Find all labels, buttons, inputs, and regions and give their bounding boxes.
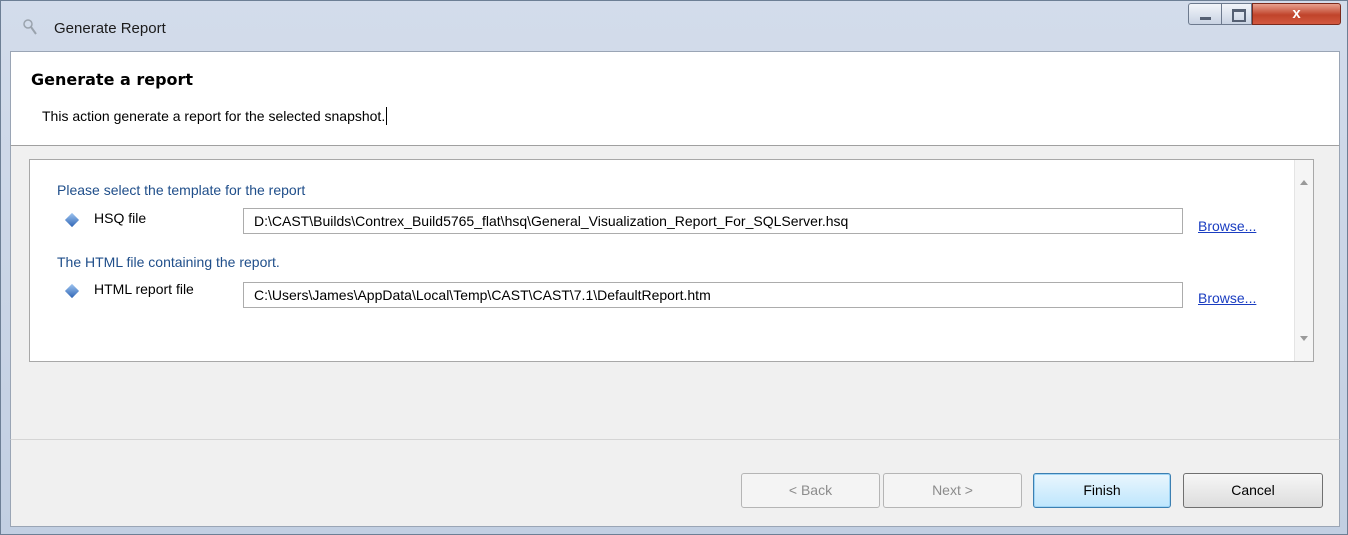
form-panel: Please select the template for the repor…	[29, 159, 1314, 362]
vertical-scrollbar[interactable]	[1294, 160, 1313, 361]
minimize-icon	[1200, 17, 1211, 20]
wizard-header: Generate a report This action generate a…	[10, 51, 1340, 145]
generate-report-dialog: Generate Report x Generate a report This…	[0, 0, 1348, 535]
button-bar: < Back Next > Finish Cancel	[10, 439, 1340, 527]
back-button[interactable]: < Back	[741, 473, 880, 508]
minimize-button[interactable]	[1188, 3, 1221, 25]
close-icon: x	[1292, 5, 1301, 22]
window-title: Generate Report	[54, 20, 166, 37]
html-report-file-label: HTML report file	[94, 281, 194, 297]
close-button[interactable]: x	[1252, 3, 1341, 25]
diamond-bullet-icon	[64, 212, 80, 228]
wizard-body: Please select the template for the repor…	[10, 145, 1340, 439]
next-button[interactable]: Next >	[883, 473, 1022, 508]
browse-html-link[interactable]: Browse...	[1198, 290, 1256, 306]
html-report-file-input[interactable]: C:\Users\James\AppData\Local\Temp\CAST\C…	[243, 282, 1183, 308]
browse-hsq-link[interactable]: Browse...	[1198, 218, 1256, 234]
text-caret	[386, 107, 388, 125]
page-description: This action generate a report for the se…	[42, 107, 388, 125]
scroll-down-icon[interactable]	[1300, 336, 1308, 341]
page-description-text: This action generate a report for the se…	[42, 108, 386, 124]
hsq-file-label: HSQ file	[94, 210, 147, 226]
app-icon	[23, 19, 37, 35]
html-section-label: The HTML file containing the report.	[57, 254, 280, 270]
page-title: Generate a report	[31, 70, 194, 89]
maximize-icon	[1232, 9, 1246, 22]
cancel-button[interactable]: Cancel	[1183, 473, 1323, 508]
hsq-file-input[interactable]: D:\CAST\Builds\Contrex_Build5765_flat\hs…	[243, 208, 1183, 234]
diamond-bullet-icon	[64, 283, 80, 299]
scroll-up-icon[interactable]	[1300, 180, 1308, 185]
template-section-label: Please select the template for the repor…	[57, 182, 306, 198]
maximize-button[interactable]	[1221, 3, 1252, 25]
title-bar[interactable]: Generate Report x	[1, 1, 1347, 45]
finish-button[interactable]: Finish	[1033, 473, 1171, 508]
